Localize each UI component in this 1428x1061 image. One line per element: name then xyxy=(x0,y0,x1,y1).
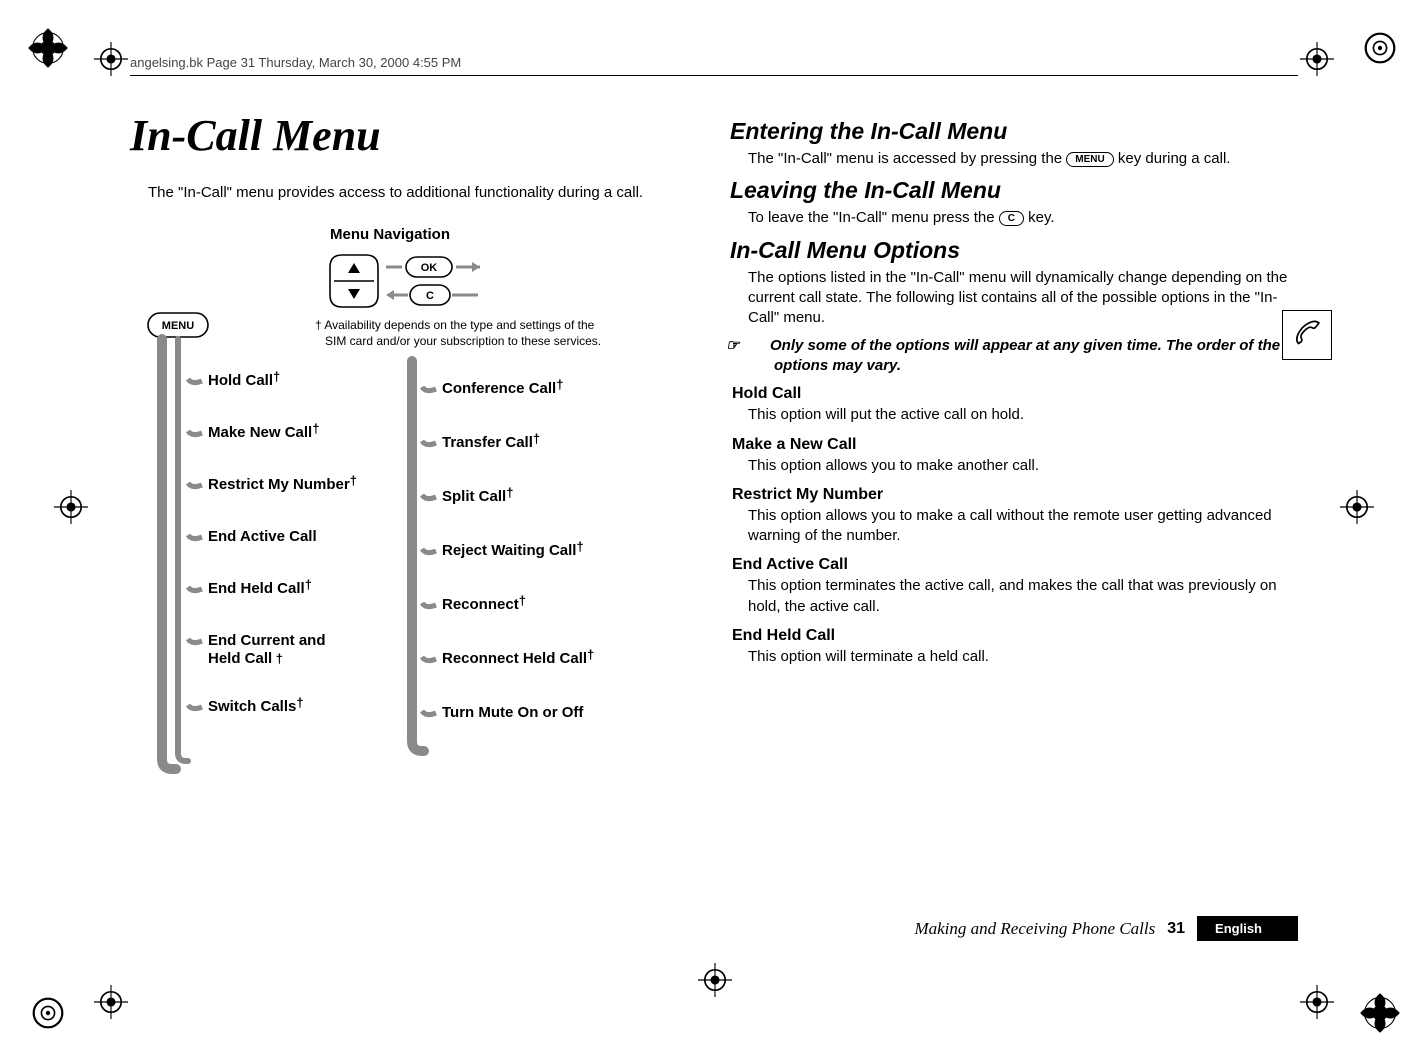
registration-mark-icon xyxy=(1300,42,1334,76)
svg-text:C: C xyxy=(426,290,434,302)
header-rule xyxy=(130,75,1298,76)
scroll-key-icon xyxy=(330,255,378,307)
phone-tab-icon xyxy=(1282,310,1332,360)
diagram-item: Reconnect† xyxy=(442,593,526,613)
option-body: This option terminates the active call, … xyxy=(748,576,1298,617)
svg-text:OK: OK xyxy=(421,262,438,274)
options-note: ☞Only some of the options will appear at… xyxy=(774,336,1298,375)
section-title: In-Call Menu xyxy=(130,110,698,161)
footer-language: English xyxy=(1197,916,1298,941)
crop-target-icon xyxy=(26,991,70,1035)
registration-mark-icon xyxy=(698,963,732,997)
menu-key: MENU xyxy=(162,320,194,332)
diagram-item: Reject Waiting Call† xyxy=(442,539,584,559)
footer-chapter: Making and Receiving Phone Calls xyxy=(914,919,1155,939)
menu-navigation-diagram: Menu Navigation MENU OK xyxy=(130,221,630,781)
option-body: This option will terminate a held call. xyxy=(748,647,1298,667)
c-key-inline: C xyxy=(999,211,1024,226)
option-body: This option allows you to make another c… xyxy=(748,456,1298,476)
registration-mark-icon xyxy=(94,42,128,76)
diagram-footnote-line2: SIM card and/or your subscription to the… xyxy=(325,334,601,348)
menu-key-inline: MENU xyxy=(1066,152,1113,167)
crop-target-icon xyxy=(1358,991,1402,1035)
running-header: angelsing.bk Page 31 Thursday, March 30,… xyxy=(130,55,461,70)
option-body: This option allows you to make a call wi… xyxy=(748,506,1298,547)
note-pointer-icon: ☞ xyxy=(750,336,770,356)
diagram-footnote-line1: † Availability depends on the type and s… xyxy=(315,318,595,332)
diagram-item: Split Call† xyxy=(442,485,513,505)
diagram-title: Menu Navigation xyxy=(330,226,450,243)
entering-body: The "In-Call" menu is accessed by pressi… xyxy=(748,149,1298,169)
option-title: Make a New Call xyxy=(732,436,1298,454)
registration-mark-icon xyxy=(1340,490,1374,524)
options-body: The options listed in the "In-Call" menu… xyxy=(748,268,1298,329)
crop-target-icon xyxy=(1358,26,1402,70)
option-title: End Active Call xyxy=(732,556,1298,574)
diagram-item: End Current andHeld Call † xyxy=(208,632,326,667)
diagram-item: Hold Call† xyxy=(208,369,280,389)
footer-page-number: 31 xyxy=(1167,920,1185,938)
registration-mark-icon xyxy=(54,490,88,524)
diagram-item: Turn Mute On or Off xyxy=(442,704,584,721)
diagram-item: Switch Calls† xyxy=(208,695,304,715)
diagram-item: Make New Call† xyxy=(208,421,319,441)
options-heading: In-Call Menu Options xyxy=(730,237,1298,264)
option-title: Restrict My Number xyxy=(732,486,1298,504)
leaving-body: To leave the "In-Call" menu press the C … xyxy=(748,208,1298,228)
registration-mark-icon xyxy=(1300,985,1334,1019)
registration-mark-icon xyxy=(94,985,128,1019)
crop-target-icon xyxy=(26,26,70,70)
option-body: This option will put the active call on … xyxy=(748,405,1298,425)
diagram-item: Restrict My Number† xyxy=(208,473,357,493)
ok-key-icon: OK xyxy=(386,257,480,277)
entering-heading: Entering the In-Call Menu xyxy=(730,118,1298,145)
diagram-item: Conference Call† xyxy=(442,377,563,397)
diagram-item: Reconnect Held Call† xyxy=(442,647,594,667)
diagram-item: Transfer Call† xyxy=(442,431,540,451)
leaving-heading: Leaving the In-Call Menu xyxy=(730,177,1298,204)
c-key-icon: C xyxy=(386,285,478,305)
svg-text:† Availability depends on the: † Availability depends on the type and s… xyxy=(315,318,601,348)
option-title: Hold Call xyxy=(732,385,1298,403)
option-title: End Held Call xyxy=(732,627,1298,645)
diagram-item: End Active Call xyxy=(208,528,317,545)
diagram-item: End Held Call† xyxy=(208,577,312,597)
intro-text: The "In-Call" menu provides access to ad… xyxy=(148,183,698,203)
